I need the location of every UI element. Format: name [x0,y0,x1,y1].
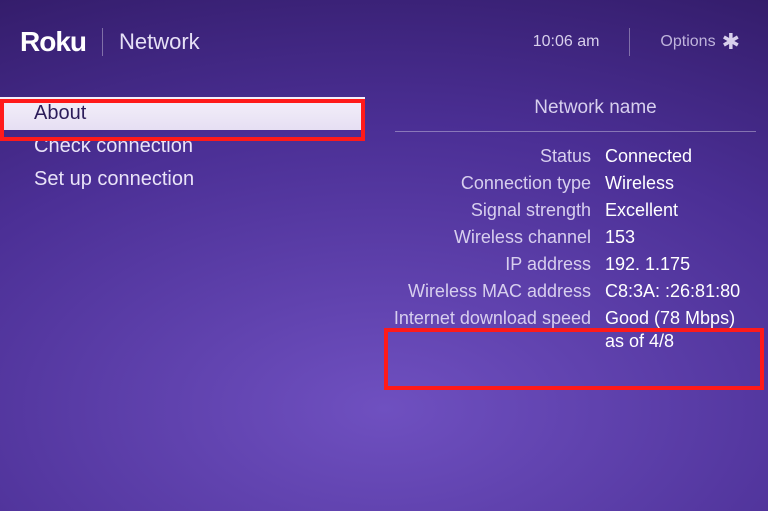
value-mac-address: C8:3A: :26:81:80 [605,281,740,302]
row-wireless-channel: Wireless channel 153 [375,227,756,248]
label-connection-type: Connection type [375,173,605,194]
row-connection-type: Connection type Wireless [375,173,756,194]
label-ip-address: IP address [375,254,605,275]
header-divider-right [629,28,630,56]
clock: 10:06 am [533,33,600,51]
label-wireless-channel: Wireless channel [375,227,605,248]
value-download-speed: Good (78 Mbps) as of 4/8 [605,308,735,352]
row-download-speed: Internet download speed Good (78 Mbps) a… [375,308,756,352]
row-mac-address: Wireless MAC address C8:3A: :26:81:80 [375,281,756,302]
menu-item-check-connection[interactable]: Check connection [0,130,365,163]
row-ip-address: IP address 192. 1.175 [375,254,756,275]
left-menu: About Check connection Set up connection [0,97,365,358]
options-label: Options [660,33,715,51]
value-connection-type: Wireless [605,173,674,194]
menu-item-setup-connection[interactable]: Set up connection [0,163,365,196]
row-signal-strength: Signal strength Excellent [375,200,756,221]
label-mac-address: Wireless MAC address [375,281,605,302]
value-wireless-channel: 153 [605,227,635,248]
label-download-speed: Internet download speed [375,308,605,329]
options-button[interactable]: Options ✱ [660,31,740,53]
value-ip-address: 192. 1.175 [605,254,690,275]
header-divider [102,28,103,56]
roku-logo: Roku [20,26,86,58]
value-status: Connected [605,146,692,167]
network-name-label: Network name [534,97,657,118]
label-status: Status [375,146,605,167]
page-title: Network [119,29,200,55]
asterisk-icon: ✱ [722,31,740,53]
details-divider [395,131,756,132]
value-download-speed-main: Good (78 Mbps) [605,308,735,328]
value-download-speed-sub: as of 4/8 [605,331,735,352]
label-signal-strength: Signal strength [375,200,605,221]
menu-item-about[interactable]: About [0,97,365,130]
row-status: Status Connected [375,146,756,167]
details-panel: Network name Status Connected Connection… [365,97,768,358]
value-signal-strength: Excellent [605,200,678,221]
